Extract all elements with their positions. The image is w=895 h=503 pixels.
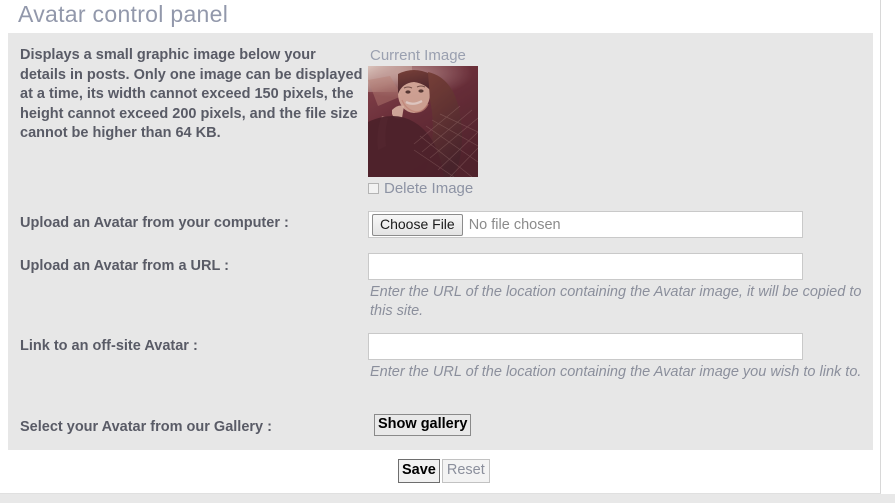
delete-image-row[interactable]: Delete Image	[368, 181, 473, 196]
avatar-description: Displays a small graphic image below you…	[20, 47, 363, 142]
label-offsite-avatar: Link to an off-site Avatar :	[20, 338, 198, 354]
choose-file-button[interactable]: Choose File	[372, 213, 463, 236]
offsite-avatar-input[interactable]	[368, 333, 803, 360]
label-upload-from-computer: Upload an Avatar from your computer :	[20, 215, 289, 231]
label-select-from-gallery: Select your Avatar from our Gallery :	[20, 419, 272, 435]
current-image-label: Current Image	[370, 47, 466, 64]
upload-url-hint: Enter the URL of the location containing…	[370, 284, 862, 319]
file-upload-field[interactable]: Choose File No file chosen	[368, 211, 803, 238]
show-gallery-button[interactable]: Show gallery	[374, 414, 472, 436]
reset-button[interactable]: Reset	[441, 459, 490, 483]
page-footer-band	[0, 494, 895, 503]
file-status-text: No file chosen	[468, 216, 561, 233]
page-title: Avatar control panel	[18, 1, 229, 27]
avatar-settings-panel: Displays a small graphic image below you…	[8, 33, 873, 450]
save-button[interactable]: Save	[398, 459, 440, 483]
delete-image-label: Delete Image	[384, 180, 474, 197]
offsite-avatar-hint: Enter the URL of the location containing…	[370, 364, 862, 380]
label-upload-from-url: Upload an Avatar from a URL :	[20, 258, 229, 274]
current-avatar-image	[368, 66, 478, 177]
upload-url-input[interactable]	[368, 253, 803, 280]
delete-image-checkbox[interactable]	[368, 183, 379, 194]
form-actions: Save Reset	[398, 459, 490, 483]
page-container: Avatar control panel Displays a small gr…	[0, 0, 881, 494]
